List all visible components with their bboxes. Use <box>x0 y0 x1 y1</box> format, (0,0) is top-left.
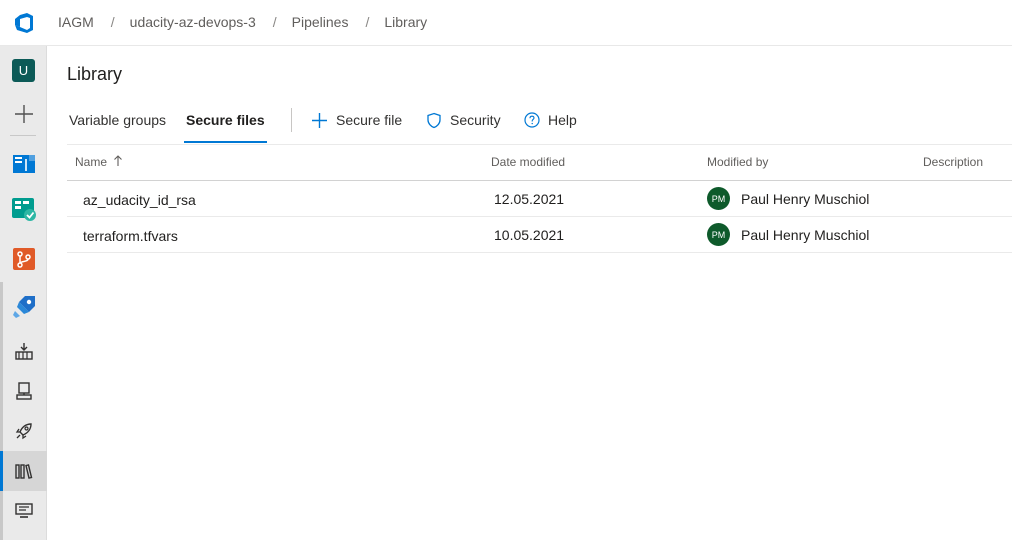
project-avatar: U <box>12 58 35 82</box>
shield-icon <box>427 112 441 128</box>
column-header-modified-by[interactable]: Modified by <box>707 155 768 169</box>
help-label: Help <box>548 112 577 128</box>
repos-nav-item[interactable] <box>0 239 47 279</box>
help-button[interactable]: Help <box>524 108 577 132</box>
table-row[interactable]: terraform.tfvars 10.05.2021 PM Paul Henr… <box>67 217 1012 253</box>
rail-divider <box>10 135 36 136</box>
tab-variable-groups[interactable]: Variable groups <box>69 102 166 144</box>
azure-devops-logo-icon[interactable] <box>12 11 36 35</box>
library-icon <box>14 464 32 479</box>
breadcrumb-library[interactable]: Library <box>384 14 427 30</box>
column-header-date-modified[interactable]: Date modified <box>491 155 565 169</box>
table-header: Name Date modified Modified by Descripti… <box>67 144 1012 181</box>
security-label: Security <box>450 112 501 128</box>
top-bar: IAGM / udacity-az-devops-3 / Pipelines /… <box>0 0 1012 46</box>
plus-icon <box>312 112 327 128</box>
modified-by: PM Paul Henry Muschiol <box>707 223 869 246</box>
breadcrumb-separator: / <box>110 14 115 30</box>
pipelines-builds-nav-item[interactable] <box>0 331 47 371</box>
breadcrumb-separator: / <box>272 14 277 30</box>
date-modified: 10.05.2021 <box>494 227 565 243</box>
column-header-name-label: Name <box>75 155 108 169</box>
boards-icon <box>11 198 36 221</box>
sort-ascending-arrow-icon <box>114 155 123 166</box>
add-secure-file-label: Secure file <box>336 112 403 128</box>
breadcrumb-organization[interactable]: IAGM <box>58 14 94 30</box>
pipelines-icon <box>12 296 35 318</box>
breadcrumb-project[interactable]: udacity-az-devops-3 <box>130 14 256 30</box>
project-avatar-button[interactable]: U <box>0 50 47 90</box>
library-nav-item[interactable] <box>0 451 47 491</box>
task-groups-nav-item[interactable] <box>0 491 47 531</box>
add-button[interactable] <box>0 94 47 134</box>
add-secure-file-button[interactable]: Secure file <box>311 108 402 132</box>
user-name: Paul Henry Muschiol <box>741 226 870 243</box>
table-row[interactable]: az_udacity_id_rsa 12.05.2021 PM Paul Hen… <box>67 181 1012 217</box>
toolbar-separator <box>291 108 292 132</box>
column-header-description[interactable]: Description <box>923 155 983 169</box>
overview-nav-item[interactable] <box>0 143 47 183</box>
releases-nav-item[interactable] <box>0 411 47 451</box>
plus-icon <box>14 105 33 123</box>
environments-icon <box>15 382 32 400</box>
breadcrumb-separator: / <box>365 14 370 30</box>
tab-secure-files[interactable]: Secure files <box>184 102 267 144</box>
date-modified: 12.05.2021 <box>494 191 565 207</box>
rocket-icon <box>15 423 32 440</box>
breadcrumb-pipelines[interactable]: Pipelines <box>292 14 349 30</box>
left-navigation-rail: U <box>0 46 47 540</box>
breadcrumb: IAGM / udacity-az-devops-3 / Pipelines /… <box>58 0 427 44</box>
security-button[interactable]: Security <box>426 108 501 132</box>
page-title: Library <box>67 64 123 84</box>
secure-files-table: Name Date modified Modified by Descripti… <box>67 144 1012 253</box>
builds-icon <box>14 343 33 360</box>
user-name: Paul Henry Muschiol <box>741 190 870 207</box>
file-name[interactable]: az_udacity_id_rsa <box>83 192 196 208</box>
task-groups-icon <box>14 503 33 518</box>
environments-nav-item[interactable] <box>0 371 47 411</box>
pipelines-nav-item[interactable] <box>0 287 47 327</box>
user-avatar: PM <box>707 223 730 246</box>
help-circle-icon <box>524 112 540 128</box>
column-header-name[interactable]: Name <box>75 155 123 169</box>
overview-icon <box>12 155 35 173</box>
repos-icon <box>12 248 35 270</box>
user-avatar: PM <box>707 187 730 210</box>
file-name[interactable]: terraform.tfvars <box>83 228 178 244</box>
modified-by: PM Paul Henry Muschiol <box>707 187 869 210</box>
boards-nav-item[interactable] <box>0 189 47 229</box>
